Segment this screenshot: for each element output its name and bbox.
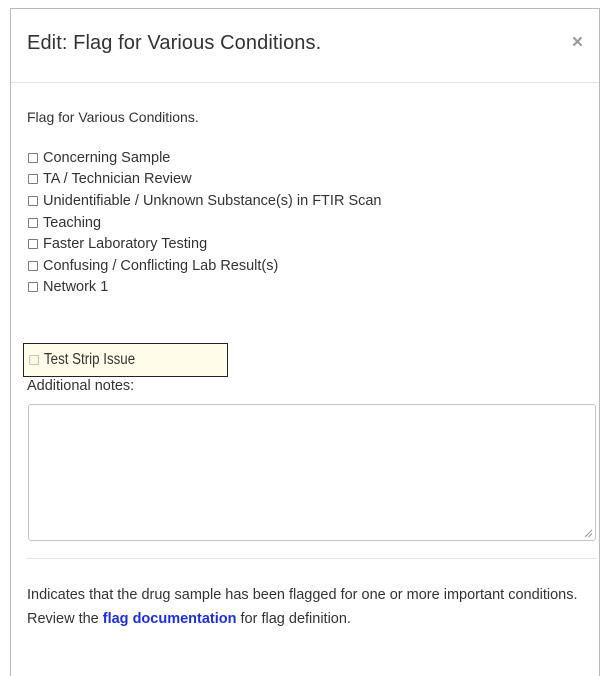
option-technician-review[interactable]: TA / Technician Review (28, 169, 382, 191)
option-faster-testing[interactable]: Faster Laboratory Testing (28, 233, 382, 255)
flag-documentation-link[interactable]: flag documentation (103, 611, 237, 627)
option-teaching[interactable]: Teaching (28, 212, 382, 234)
option-label: Faster Laboratory Testing (43, 236, 208, 253)
help-text: Indicates that the drug sample has been … (27, 583, 601, 631)
modal-title: Edit: Flag for Various Conditions. (27, 32, 322, 54)
option-label: Confusing / Conflicting Lab Result(s) (43, 257, 279, 274)
option-label: Test Strip Issue (44, 351, 136, 368)
checkbox[interactable] (28, 239, 38, 250)
checkbox[interactable] (28, 217, 38, 228)
option-concerning-sample[interactable]: Concerning Sample (28, 147, 382, 169)
divider (27, 558, 597, 559)
close-icon[interactable]: × (572, 31, 583, 55)
option-conflicting-results[interactable]: Confusing / Conflicting Lab Result(s) (28, 255, 382, 277)
checkbox[interactable] (28, 152, 38, 163)
edit-flag-modal: Edit: Flag for Various Conditions. × Fla… (10, 8, 600, 676)
option-label: Unidentifiable / Unknown Substance(s) in… (43, 192, 382, 209)
flag-options-list: Concerning Sample TA / Technician Review… (28, 147, 382, 298)
option-label: Teaching (43, 214, 102, 231)
form-label: Flag for Various Conditions. (27, 109, 199, 125)
option-label: TA / Technician Review (43, 171, 192, 188)
checkbox[interactable] (28, 174, 38, 185)
help-text-after: for flag definition. (236, 611, 351, 627)
checkbox[interactable] (28, 282, 38, 293)
checkbox[interactable] (28, 195, 38, 206)
resize-grip-icon[interactable] (583, 528, 593, 538)
option-label: Network 1 (43, 279, 109, 296)
modal-header: Edit: Flag for Various Conditions. × (11, 9, 599, 83)
checkbox[interactable] (28, 260, 38, 271)
checkbox[interactable] (29, 355, 39, 365)
option-test-strip-issue[interactable]: Test Strip Issue (23, 343, 228, 377)
additional-notes-textarea[interactable] (28, 404, 596, 541)
option-label: Concerning Sample (43, 149, 171, 166)
notes-label: Additional notes: (27, 378, 135, 394)
option-network-1[interactable]: Network 1 (28, 277, 382, 299)
option-unknown-substance[interactable]: Unidentifiable / Unknown Substance(s) in… (28, 190, 382, 212)
